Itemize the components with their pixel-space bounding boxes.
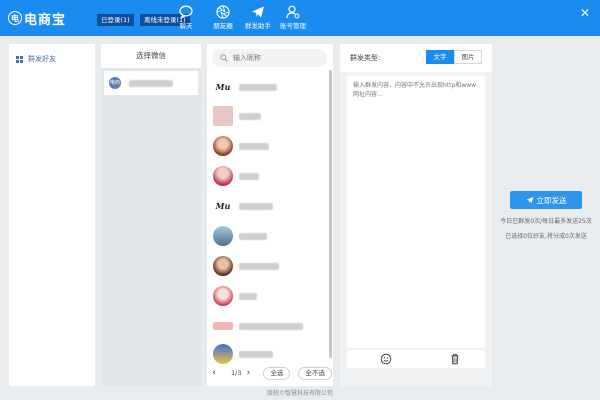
nav-chat-label: 聊天 [179,22,193,30]
compose-panel: 群发类型: 文字 图片 [340,44,492,386]
type-text-tab[interactable]: 文字 [426,50,454,64]
search-box[interactable] [212,49,327,67]
search-input[interactable] [233,54,318,62]
friend-item[interactable] [213,314,327,338]
friend-item[interactable] [213,104,327,128]
user-settings-icon [286,5,300,19]
friend-avatar [213,166,233,186]
pagination: ‹ 1/3 › 全选 全不选 [207,366,333,380]
nav-moments-label: 朋友圈 [213,22,233,30]
top-bar: 电 电商宝 已登录(1) 离线未登录(1) 聊天 朋友圈 群发助手 账号管理 ✕ [0,0,600,36]
wechat-account-avatar: 电商 [109,77,121,89]
friend-item[interactable] [213,254,327,278]
friends-panel: Mu Mu ‹ 1/3 › 全选 全不选 [207,44,333,386]
prev-page-button[interactable]: ‹ [209,368,219,378]
redacted-friend-name [239,322,303,330]
redacted-friend-name [239,83,277,91]
friend-avatar: Mu [215,201,231,211]
friend-item[interactable] [213,134,327,158]
friend-avatar [213,322,233,330]
smiley-icon[interactable] [380,353,392,365]
wechat-account-row[interactable]: 电商 [104,71,198,95]
friend-avatar [213,106,233,126]
redacted-friend-name [239,172,259,180]
logo-text: 电商宝 [24,12,67,28]
selected-friends-stats: 已选择0位好友,将分成0次发送 [505,233,587,240]
redacted-friend-name [239,292,257,300]
daily-send-stats: 今日已群发0次/每日最多发送25次 [500,218,592,225]
nav-moments[interactable]: 朋友圈 [203,5,243,35]
logged-in-badge[interactable]: 已登录(1) [97,14,134,26]
friend-item[interactable] [213,342,327,366]
redacted-friend-name [239,350,273,358]
sidebar: 群发好友 [9,44,95,386]
nav-account-manage[interactable]: 账号管理 [273,5,313,35]
redacted-friend-name [239,262,279,270]
search-icon [220,54,228,62]
send-type-label: 群发类型: [350,54,381,62]
friend-avatar [213,136,233,156]
friend-item[interactable] [213,284,327,308]
chat-bubble-icon [179,5,193,19]
friend-item[interactable]: Mu [213,75,327,99]
sidebar-item-label: 群发好友 [28,55,56,63]
redacted-friend-name [239,232,267,240]
compose-toolbar [347,350,485,368]
friend-avatar [213,286,233,306]
nav-mass-send-label: 群发助手 [245,22,271,30]
paper-plane-icon [252,6,264,18]
friends-scrollbar[interactable] [329,70,332,358]
type-image-tab[interactable]: 图片 [454,50,482,64]
nav-chat[interactable]: 聊天 [166,5,206,35]
app-logo: 电 电商宝 [8,10,67,28]
grid-icon [16,55,23,63]
redacted-friend-name [239,202,273,210]
friend-avatar [213,226,233,246]
friend-avatar [213,344,233,364]
friend-avatar: Mu [215,82,231,92]
redacted-friend-name [239,142,269,150]
compose-header: 群发类型: 文字 图片 [340,44,492,72]
next-page-button[interactable]: › [243,368,253,378]
redacted-friend-name [239,112,261,120]
redacted-account-name [129,79,173,87]
send-now-button[interactable]: 立即发送 [510,191,582,209]
friend-item[interactable]: Mu [213,194,327,218]
footer-copyright: 版权©智慧科技有限公司 [266,390,333,397]
friend-item[interactable] [213,164,327,188]
nav-mass-send[interactable]: 群发助手 [238,5,278,35]
send-now-label: 立即发送 [536,195,567,205]
page-indicator: 1/3 [231,369,242,377]
friend-item[interactable] [213,224,327,248]
friend-avatar [213,256,233,276]
wechat-panel-title: 选择微信 [101,44,201,68]
message-input[interactable] [347,76,485,348]
select-all-button[interactable]: 全选 [263,366,291,380]
wechat-account-panel: 选择微信 电商 [101,44,201,386]
sidebar-item-mass-friends[interactable]: 群发好友 [16,52,56,66]
logo-mark-icon: 电 [8,11,22,25]
select-none-button[interactable]: 全不选 [298,366,332,380]
aperture-icon [216,5,230,19]
close-icon[interactable]: ✕ [578,6,592,20]
trash-icon[interactable] [449,353,461,365]
nav-account-manage-label: 账号管理 [280,22,306,30]
paper-plane-icon [526,196,533,204]
